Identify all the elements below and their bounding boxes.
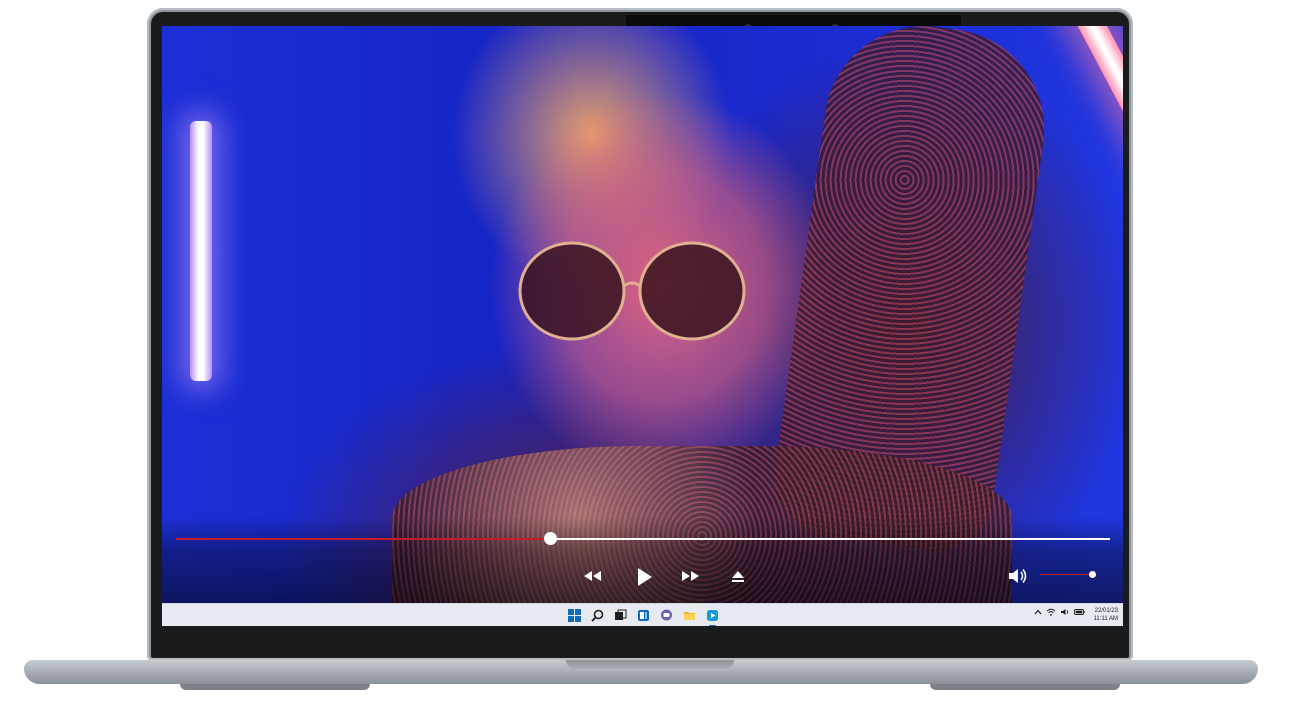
fast-forward-button[interactable]	[680, 566, 702, 586]
battery-icon[interactable]	[1074, 608, 1085, 616]
screen: 22/01/23 11:11 AM	[162, 26, 1123, 626]
chat-button[interactable]	[658, 607, 675, 624]
widgets-button[interactable]	[635, 607, 652, 624]
play-icon	[638, 568, 652, 586]
clock-date: 22/01/23	[1094, 608, 1118, 614]
neon-light-right	[1067, 26, 1123, 271]
volume-button[interactable]	[1007, 566, 1029, 586]
hinge-lip	[566, 660, 734, 669]
sunglasses	[518, 241, 746, 341]
search-icon	[591, 609, 604, 622]
eject-button[interactable]	[730, 566, 746, 586]
fast-forward-icon	[682, 571, 699, 581]
laptop-foot-right	[930, 684, 1120, 690]
seek-handle[interactable]	[543, 532, 557, 545]
start-button[interactable]	[566, 607, 583, 624]
chevron-up-icon[interactable]	[1034, 608, 1042, 616]
volume-icon	[1009, 569, 1027, 583]
play-button[interactable]	[634, 566, 654, 586]
volume-handle[interactable]	[1089, 571, 1096, 578]
chat-icon	[661, 609, 672, 621]
widgets-icon	[638, 610, 649, 621]
rewind-icon	[584, 571, 601, 581]
media-player-button[interactable]	[704, 607, 721, 626]
wifi-icon[interactable]	[1046, 608, 1056, 616]
file-explorer-button[interactable]	[681, 607, 698, 624]
rewind-button[interactable]	[581, 566, 603, 586]
media-player-icon	[707, 610, 718, 621]
volume-slider[interactable]	[1040, 574, 1092, 575]
task-view-icon	[615, 609, 627, 620]
clock-time: 11:11 AM	[1093, 616, 1118, 622]
taskbar-apps	[566, 607, 721, 626]
neon-light-left	[190, 121, 212, 381]
volume-icon[interactable]	[1060, 608, 1070, 616]
laptop-foot-left	[180, 684, 370, 690]
start-icon	[568, 609, 581, 622]
taskbar-clock[interactable]: 22/01/23 11:11 AM	[1090, 607, 1118, 623]
system-tray	[1034, 608, 1085, 616]
search-button[interactable]	[589, 607, 606, 624]
file-explorer-icon	[684, 612, 695, 620]
taskbar: 22/01/23 11:11 AM	[162, 603, 1123, 626]
seek-bar-played	[176, 538, 550, 540]
eject-icon	[732, 571, 744, 582]
task-view-button[interactable]	[612, 607, 629, 624]
player-controls-bar	[162, 516, 1123, 603]
